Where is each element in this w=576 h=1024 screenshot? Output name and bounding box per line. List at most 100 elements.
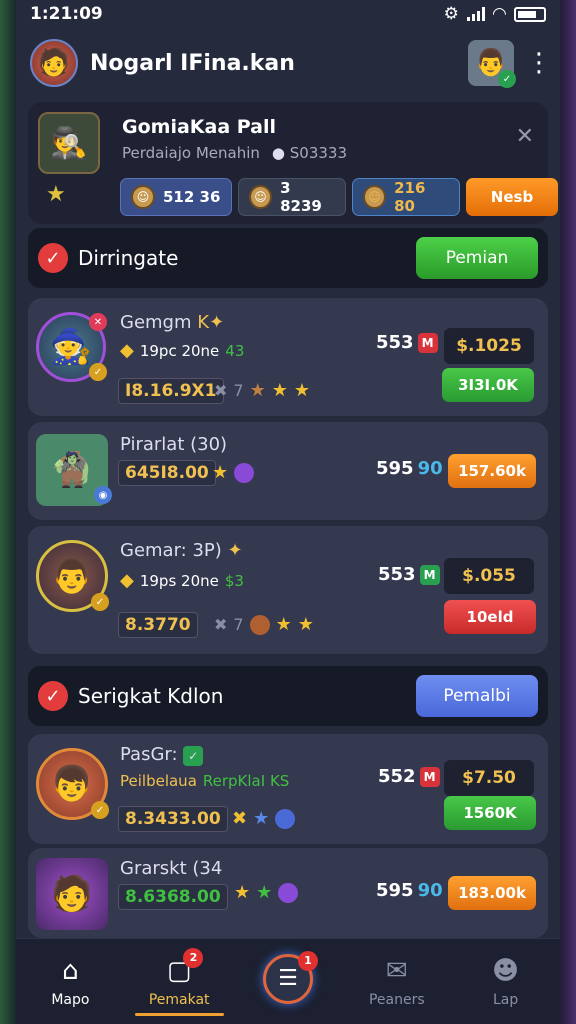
player-count: 7: [233, 615, 244, 634]
section-action-button[interactable]: Pemalbi: [416, 675, 538, 717]
app-screen: 1:21:09 ⚙ ◠ 🧑 Nogarl IFina.kan 👨 ✓ ⋮ 🕵 ★…: [16, 0, 560, 1024]
orb-icon: [249, 614, 270, 635]
player-action-button[interactable]: 157.60k: [448, 454, 536, 488]
profile-card: 🕵 ★ GomiaKaa Pall Perdaiajo Menahin ● S03…: [28, 102, 558, 224]
player-price: $.055: [444, 558, 534, 594]
sparkle-icon: ✦: [221, 540, 243, 561]
section-title: Serigkat Kdlon: [78, 684, 224, 708]
player-stats-line: Peilbelaua RerpKlaI KS: [120, 772, 289, 790]
player-action-button[interactable]: 183.00k: [448, 876, 536, 910]
stat-chip-1[interactable]: ☺ 512 36: [120, 178, 232, 216]
player-code: I8.16.9X1: [118, 378, 224, 404]
nav-center[interactable]: ☰ 1: [234, 939, 343, 1024]
settings-status-icon: ⚙: [443, 4, 459, 24]
player-name: Pirarlat (30): [120, 434, 228, 455]
user-icon: ☻: [492, 955, 520, 986]
player-score: 553 M: [376, 332, 438, 353]
avatar-token-icon: ☺: [249, 185, 273, 209]
stat-chip-3[interactable]: ☺ 216 80: [352, 178, 460, 216]
section-header-1: ✓ Dirringate Pemian: [28, 228, 548, 288]
list-item[interactable]: 👨 ✓ Gemar: 3P) ✦ ◆ 19ps 20ne $3 8.3770 ✖…: [28, 526, 548, 654]
next-button[interactable]: Nesb: [466, 178, 558, 216]
star-icon: ★: [256, 882, 273, 903]
section-header-2: ✓ Serigkat Kdlon Pemalbi: [28, 666, 548, 726]
bottom-nav: ⌂ Mapo ▢ 2 Pemakat ☰ 1 ✉ Peaners ☻ Lap: [16, 938, 560, 1024]
profile-subtitle-value: S03333: [289, 144, 348, 162]
score-badge: M: [419, 766, 440, 787]
player-action-button[interactable]: 1560K: [444, 796, 536, 830]
nav-messages[interactable]: ▢ 2 Pemakat: [125, 939, 234, 1024]
score-value: 552: [378, 766, 416, 787]
score-value: 595: [376, 880, 414, 901]
wifi-icon: ◠: [492, 4, 506, 24]
notification-badge: 2: [183, 947, 204, 968]
nav-label: Pemakat: [148, 991, 210, 1008]
player-stats-line: ◆ 19ps 20ne $3: [120, 570, 244, 591]
home-icon: ⌂: [62, 955, 79, 986]
check-icon: ✓: [38, 243, 68, 273]
player-avatar: 🧑: [36, 858, 108, 930]
score-badge: M: [419, 564, 440, 585]
player-extras: ✖ ★: [232, 808, 296, 829]
star-icon: ✖: [232, 808, 248, 829]
player-avatar: 👨 ✓: [36, 540, 109, 612]
player-extras: ✖ 7 ★ ★: [214, 614, 314, 635]
profile-subtitle-text: Perdaiajo Menahin: [122, 144, 260, 162]
profile-subtitle: Perdaiajo Menahin ● S03333: [122, 144, 347, 162]
avatar-token-icon: ☺: [363, 185, 387, 209]
profile-title: GomiaKaa Pall: [122, 116, 277, 138]
nav-profile[interactable]: ☻ Lap: [451, 939, 560, 1024]
user-avatar[interactable]: 🧑: [30, 39, 78, 87]
list-item[interactable]: 👦 ✓ PasGr: ✓ Peilbelaua RerpKlaI KS 8.34…: [28, 734, 548, 844]
notification-badge: 1: [297, 950, 318, 971]
section-action-button[interactable]: Pemian: [416, 237, 538, 279]
star-icon: ★: [234, 882, 251, 903]
menu-icon: ☰ 1: [262, 950, 318, 1004]
score-badge: M: [417, 332, 438, 353]
check-icon: ✓: [38, 681, 68, 711]
stat-chips: ☺ 512 36 ☺ 3 8239 ☺ 216 80 Nesb: [120, 178, 558, 216]
verified-icon: ✓: [91, 593, 109, 611]
star-icon: ★: [212, 462, 229, 483]
score-value: 595: [376, 458, 414, 479]
list-item[interactable]: 🧑 Grarskt (34 8.6368.00 ★ ★ 595 90 183.00…: [28, 848, 548, 938]
player-avatar: 🧌 ◉: [36, 434, 112, 506]
player-action-button[interactable]: 3I3I.0K: [442, 368, 534, 402]
gem-icon: ◆: [120, 570, 134, 591]
nav-home[interactable]: ⌂ Mapo: [16, 939, 125, 1024]
score-badge: 90: [417, 880, 443, 901]
nav-partners[interactable]: ✉ Peaners: [342, 939, 451, 1024]
list-item[interactable]: 🧙 ✕ ✓ Gemgm K✦ ◆ 19pc 20ne 43 I8.16.9X1 …: [28, 298, 548, 416]
swords-icon: ✖: [214, 381, 228, 400]
player-action-button[interactable]: 10eld: [444, 600, 536, 634]
mail-icon: ✉: [385, 955, 408, 986]
gem-icon: ◆: [120, 340, 134, 361]
nav-label: Peaners: [368, 991, 425, 1008]
stats-tag: $3: [224, 571, 244, 590]
player-name: Grarskt (34: [120, 858, 223, 879]
player-score: 552 M: [378, 766, 440, 787]
nav-label: Lap: [492, 991, 519, 1008]
status-icons: ⚙ ◠: [444, 4, 546, 24]
battery-icon: [514, 6, 546, 22]
more-menu-icon[interactable]: ⋮: [526, 48, 552, 78]
chat-icon: ▢ 2: [167, 947, 204, 986]
player-extras: ★ ★: [234, 882, 299, 903]
list-item[interactable]: 🧌 ◉ Pirarlat (30) 645I8.00 ★ 595 90 157.6…: [28, 422, 548, 520]
friend-avatar[interactable]: 👨 ✓: [468, 40, 516, 88]
player-avatar: 🧙 ✕ ✓: [36, 312, 107, 382]
star-icon: ★: [253, 808, 270, 829]
player-score: 595 90: [376, 880, 443, 901]
verified-icon: ✓: [89, 363, 107, 381]
stat-chip-2[interactable]: ☺ 3 8239: [238, 178, 346, 216]
sparkle-icon: ✦: [209, 312, 225, 333]
verified-icon: ✓: [498, 70, 516, 88]
player-name-text: PasGr:: [120, 744, 178, 765]
signal-icon: [466, 7, 485, 21]
player-name: Gemar: 3P) ✦: [120, 540, 243, 561]
orb-icon: [234, 462, 255, 483]
remove-icon[interactable]: ✕: [89, 313, 107, 331]
status-bar: 1:21:09 ⚙ ◠: [16, 0, 560, 28]
close-icon[interactable]: ✕: [516, 124, 534, 149]
orb-icon: [275, 808, 296, 829]
